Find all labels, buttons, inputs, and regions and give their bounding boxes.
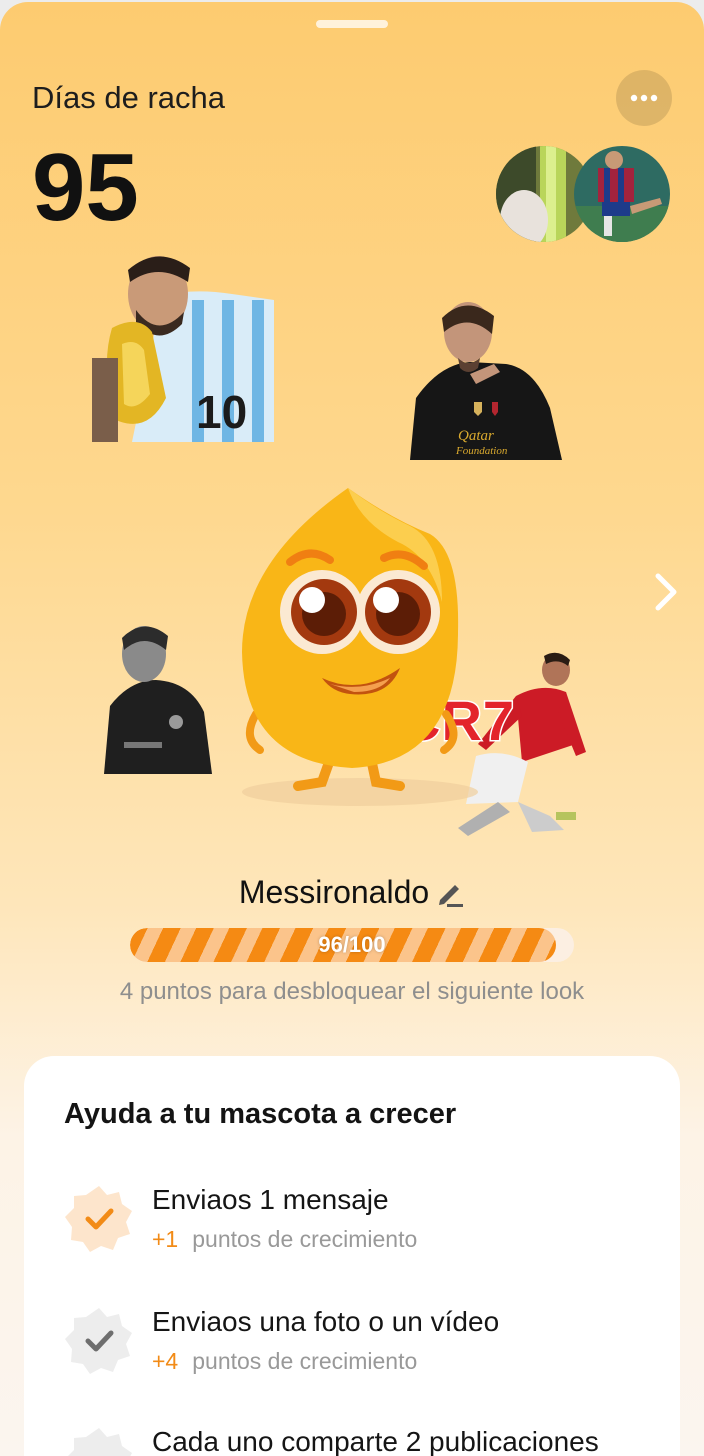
check-icon (65, 1186, 132, 1252)
task-item[interactable]: Enviaos una foto o un vídeo +4 puntos de … (64, 1306, 664, 1406)
task-item[interactable]: Cada uno comparte 2 publicaciones (64, 1426, 664, 1456)
tasks-card-title: Ayuda a tu mascota a crecer (64, 1098, 457, 1130)
more-horizontal-icon (630, 94, 658, 102)
pet-mascot[interactable] (220, 482, 480, 812)
task-title: Cada uno comparte 2 publicaciones (152, 1426, 599, 1456)
task-points: +1 (152, 1226, 179, 1252)
svg-text:Foundation: Foundation (455, 445, 508, 457)
sticker-messi-world-cup: 10 (92, 248, 274, 442)
unlock-hint: 4 puntos para desbloquear el siguiente l… (119, 978, 585, 1005)
avatar-user[interactable] (574, 146, 670, 242)
streak-sheet: Días de racha 95 10 Qatar Foundation CR7… (0, 2, 704, 1456)
task-points: +4 (152, 1348, 179, 1374)
pencil-icon[interactable] (435, 878, 465, 908)
task-points-label: puntos de crecimiento (192, 1226, 418, 1252)
svg-text:10: 10 (196, 386, 247, 438)
sticker-messi-barcelona: Qatar Foundation (410, 298, 562, 460)
task-item[interactable]: Enviaos 1 mensaje +1 puntos de crecimient… (64, 1184, 664, 1284)
check-icon (65, 1308, 132, 1374)
pet-name-row[interactable]: Messironaldo (0, 874, 704, 911)
task-title: Enviaos una foto o un vídeo (152, 1306, 500, 1337)
check-icon (68, 1428, 132, 1456)
chevron-right-icon[interactable] (650, 570, 682, 614)
svg-text:Qatar: Qatar (458, 428, 494, 444)
tasks-card: Ayuda a tu mascota a crecer Enviaos 1 me… (24, 1056, 680, 1456)
task-title: Enviaos 1 mensaje (152, 1184, 389, 1215)
pet-name: Messironaldo (238, 874, 430, 910)
task-points-label: puntos de crecimiento (192, 1348, 418, 1374)
sheet-grabber[interactable] (316, 20, 388, 28)
avatar-photo (574, 146, 670, 242)
more-options-button[interactable] (616, 70, 672, 126)
streak-count: 95 (32, 134, 139, 241)
streak-label: Días de racha (32, 80, 225, 115)
sticker-cr7-manchester (104, 620, 212, 774)
growth-progress-bar: 96/100 (130, 928, 574, 962)
growth-progress-text: 96/100 (318, 932, 386, 957)
task-reward: +4 puntos de crecimiento (152, 1348, 417, 1375)
task-reward: +1 puntos de crecimiento (152, 1226, 417, 1253)
